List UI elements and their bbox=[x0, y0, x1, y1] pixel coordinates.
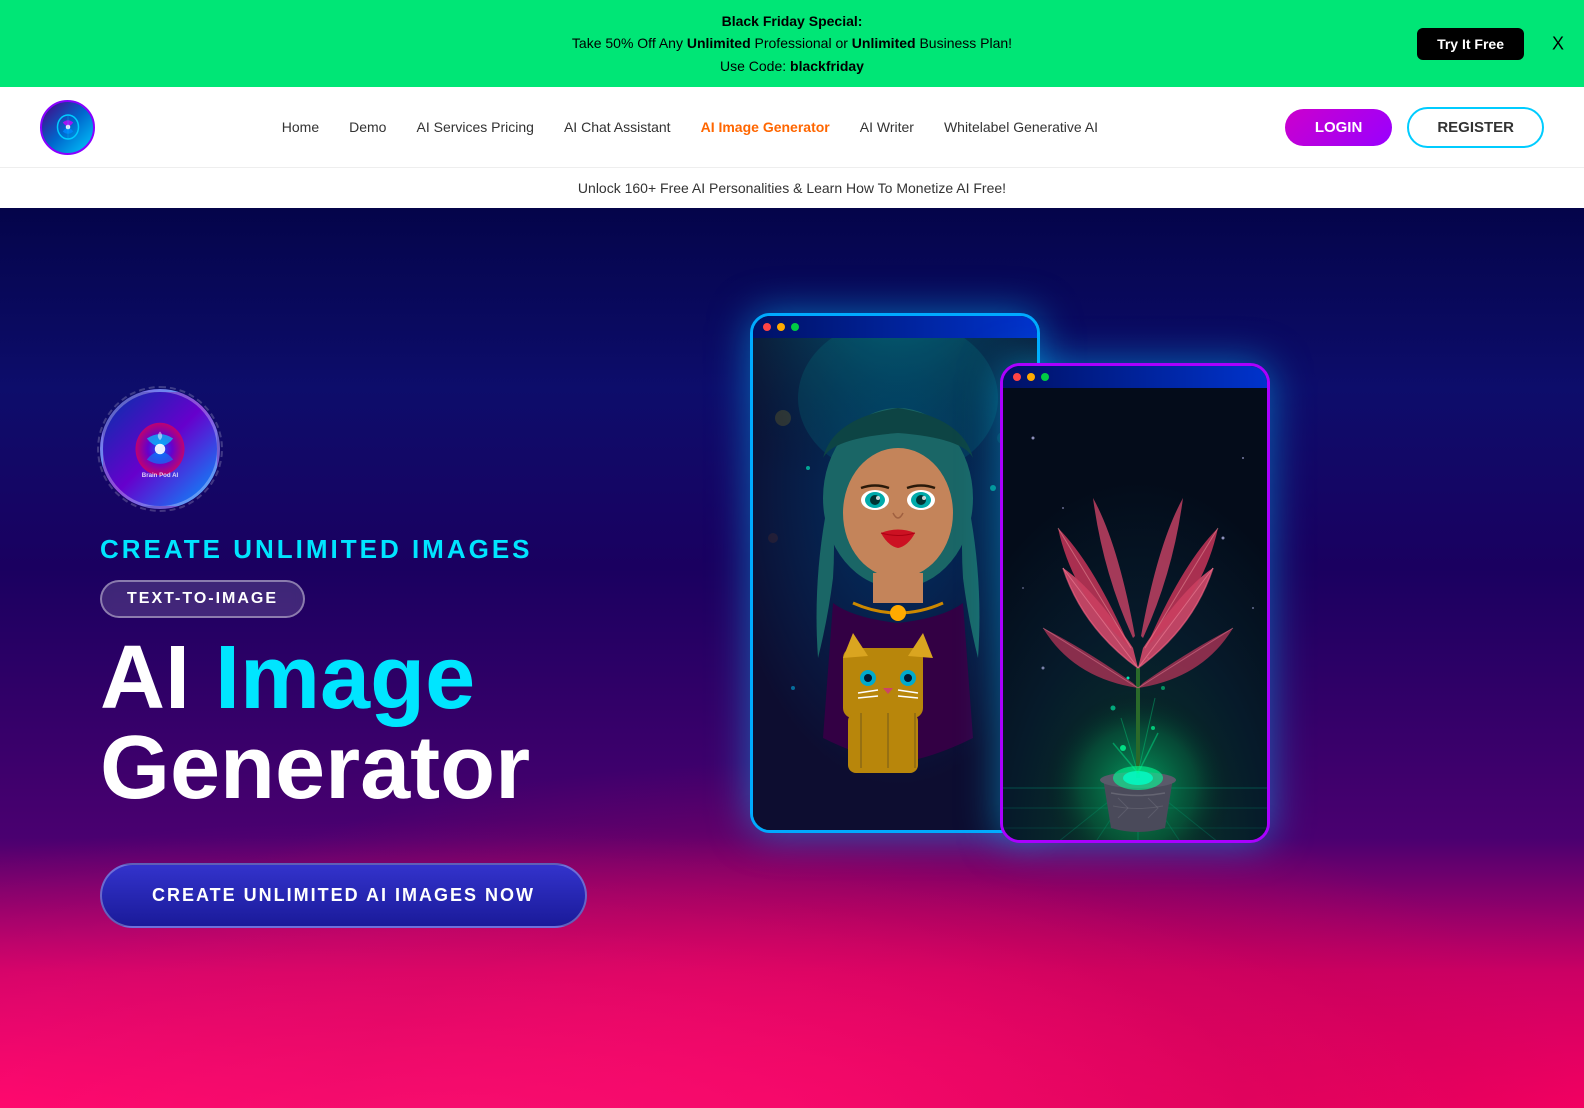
banner-headline: Black Friday Special: bbox=[722, 13, 863, 29]
hero-title-white: AI bbox=[100, 628, 215, 728]
sub-banner-text: Unlock 160+ Free AI Personalities & Lear… bbox=[578, 180, 1006, 196]
text-to-image-badge: TEXT-TO-IMAGE bbox=[100, 580, 305, 618]
logo-circle bbox=[40, 100, 95, 155]
nav-chat[interactable]: AI Chat Assistant bbox=[564, 119, 671, 135]
nav-demo[interactable]: Demo bbox=[349, 119, 386, 135]
navbar: Home Demo AI Services Pricing AI Chat As… bbox=[0, 87, 1584, 167]
dot-green-1 bbox=[791, 323, 799, 331]
banner-text: Black Friday Special: Take 50% Off Any U… bbox=[20, 10, 1564, 77]
phone-2-bar bbox=[1003, 366, 1267, 388]
hero-brand-logo: Brain Pod AI bbox=[100, 389, 220, 509]
hero-title-cyan: Image bbox=[215, 628, 475, 728]
dot-red-1 bbox=[763, 323, 771, 331]
dot-yellow-1 bbox=[777, 323, 785, 331]
phone-mockup-2 bbox=[1000, 363, 1270, 843]
hero-title: AI Image Generator bbox=[100, 633, 660, 813]
hero-create-label: CREATE UNLIMITED IMAGES bbox=[100, 534, 660, 565]
nav-actions: LOGIN REGISTER bbox=[1285, 107, 1544, 148]
phone-2-image bbox=[1003, 388, 1267, 840]
banner-bold-1: Unlimited bbox=[687, 35, 751, 51]
nav-links: Home Demo AI Services Pricing AI Chat As… bbox=[115, 119, 1265, 135]
login-button[interactable]: LOGIN bbox=[1285, 109, 1393, 146]
hero-section: Brain Pod AI CREATE UNLIMITED IMAGES TEX… bbox=[0, 208, 1584, 1108]
logo[interactable] bbox=[40, 100, 95, 155]
register-button[interactable]: REGISTER bbox=[1407, 107, 1544, 148]
cta-button[interactable]: CREATE UNLIMITED AI IMAGES NOW bbox=[100, 863, 587, 928]
sub-banner: Unlock 160+ Free AI Personalities & Lear… bbox=[0, 167, 1584, 208]
ai-woman-background bbox=[753, 338, 1037, 830]
dot-green-2 bbox=[1041, 373, 1049, 381]
nav-pricing[interactable]: AI Services Pricing bbox=[416, 119, 533, 135]
close-icon[interactable]: X bbox=[1552, 33, 1564, 54]
announcement-banner: Black Friday Special: Take 50% Off Any U… bbox=[0, 0, 1584, 87]
nav-image-generator[interactable]: AI Image Generator bbox=[701, 119, 830, 135]
banner-code: blackfriday bbox=[790, 58, 864, 74]
svg-text:Brain Pod AI: Brain Pod AI bbox=[142, 472, 179, 479]
phone-1-bar bbox=[753, 316, 1037, 338]
phone-1-image bbox=[753, 338, 1037, 830]
nav-home[interactable]: Home bbox=[282, 119, 319, 135]
phone-mockup-1 bbox=[750, 313, 1040, 833]
hero-left: Brain Pod AI CREATE UNLIMITED IMAGES TEX… bbox=[100, 389, 700, 928]
nav-writer[interactable]: AI Writer bbox=[860, 119, 914, 135]
try-free-button[interactable]: Try It Free bbox=[1417, 28, 1524, 60]
hero-right bbox=[700, 283, 1484, 1033]
dot-yellow-2 bbox=[1027, 373, 1035, 381]
dot-red-2 bbox=[1013, 373, 1021, 381]
hero-title-generator: Generator bbox=[100, 718, 530, 818]
banner-bold-2: Unlimited bbox=[852, 35, 916, 51]
nav-whitelabel[interactable]: Whitelabel Generative AI bbox=[944, 119, 1098, 135]
